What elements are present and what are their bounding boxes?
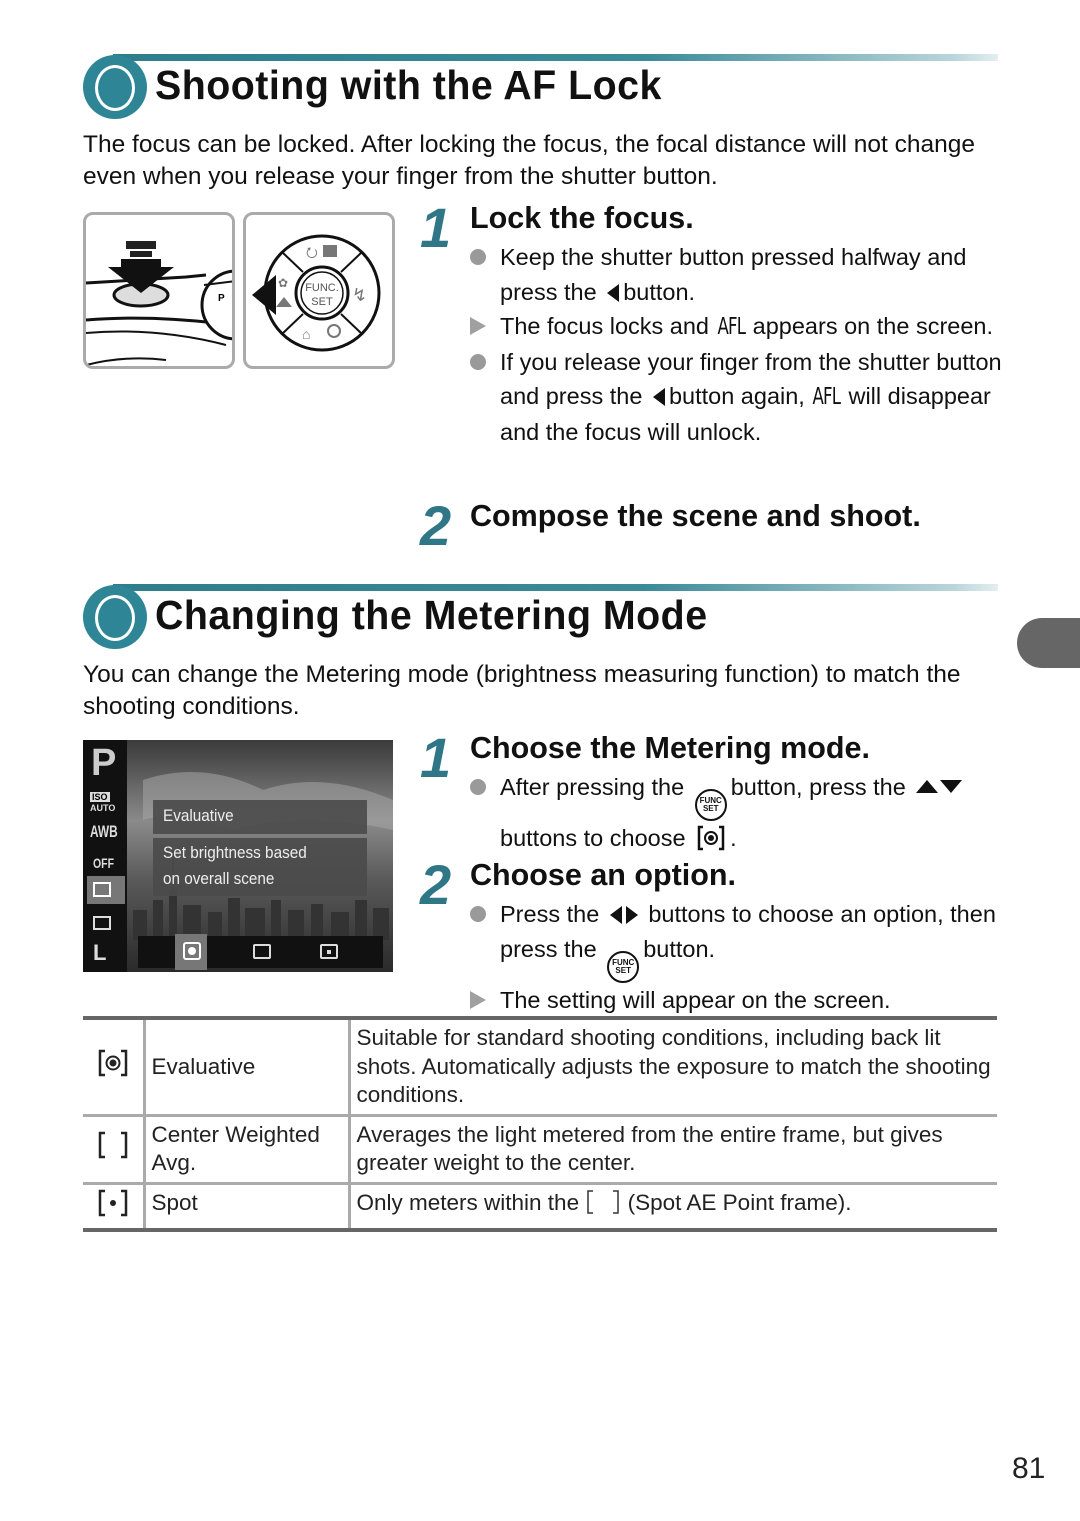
metering-mode-table: Evaluative Suitable for standard shootin… (83, 1016, 997, 1232)
bullet-dot-icon (470, 249, 486, 265)
lcd-popup-title: Evaluative (163, 806, 234, 825)
control-dial-icon: FUNC. SET ⭮ ↯ ✿ ⌂ (252, 234, 381, 352)
table-cell-icon (83, 1016, 146, 1115)
section-header-metering-mode: Changing the Metering Mode (83, 584, 998, 654)
step-title: Choose the Metering mode. (470, 731, 870, 765)
table-cell-name: Spot (144, 1181, 351, 1232)
section-header-bar (113, 584, 998, 591)
left-button-icon (652, 388, 665, 406)
lcd-aspect-icon (93, 916, 111, 930)
table-cell-icon (83, 1181, 146, 1232)
afl-indicator-icon: AFL (812, 384, 841, 410)
func-set-button-icon: FUNC SET (607, 950, 640, 983)
bullet-item: Keep the shutter button pressed halfway … (470, 240, 1010, 309)
lcd-flash-indicator: OFF (93, 855, 114, 871)
table-cell-desc: Only meters within the (Spot AE Point fr… (349, 1181, 997, 1232)
bullet-dot-icon (470, 906, 486, 922)
svg-text:FUNC.: FUNC. (305, 282, 339, 294)
bullet-item: The focus locks and AFL appears on the s… (470, 309, 1010, 345)
left-button-icon (609, 906, 622, 924)
lcd-option-center-weighted (253, 944, 271, 959)
step-title: Lock the focus. (470, 201, 694, 235)
step-number: 2 (420, 494, 452, 557)
svg-text:⌂: ⌂ (302, 326, 310, 342)
lcd-option-evaluative (183, 942, 201, 960)
bullet-dot-icon (470, 353, 486, 370)
lcd-popup-desc: on overall scene (163, 869, 275, 888)
section-intro: The focus can be locked. After locking t… (83, 131, 976, 190)
lcd-wb-indicator: AWB (90, 822, 118, 841)
svg-text:✿: ✿ (278, 276, 288, 290)
table-cell-desc: Suitable for standard shooting condition… (349, 1016, 997, 1115)
step-bullets: After pressing the FUNC SET button, press … (470, 770, 1010, 856)
table-row: Evaluative Suitable for standard shootin… (83, 1016, 997, 1115)
page-number: 81 (1012, 1452, 1046, 1485)
down-button-icon (940, 780, 963, 793)
right-button-icon (625, 906, 638, 924)
step-bullets: Keep the shutter button pressed halfway … (470, 240, 1010, 449)
up-button-icon (916, 780, 939, 793)
result-arrow-icon (470, 990, 486, 1009)
step-bullets: Press the buttons to choose an option, t… (470, 897, 1010, 1017)
step-number: 1 (420, 726, 452, 789)
evaluative-metering-icon (97, 1049, 129, 1082)
shutter-illustration: P (83, 212, 235, 369)
table-row: Center Weighted Avg. Averages the light … (83, 1113, 997, 1183)
bullet-item: The setting will appear on the screen. (470, 983, 1010, 1018)
section-header-bar (113, 54, 998, 61)
table-cell-desc: Averages the light metered from the enti… (349, 1113, 997, 1183)
bullet-item: Press the buttons to choose an option, t… (470, 897, 1010, 983)
step-number: 2 (420, 853, 452, 916)
spot-frame-bracket-icon (585, 1189, 621, 1214)
svg-text:⭮: ⭮ (306, 244, 318, 260)
table-cell-name: Center Weighted Avg. (144, 1113, 351, 1183)
bullet-dot-icon (470, 779, 486, 795)
lcd-mode-indicator: P (91, 742, 117, 784)
chapter-tab (1017, 618, 1080, 668)
bullet-item: If you release your finger from the shut… (470, 345, 1010, 450)
lcd-metering-icon (93, 882, 111, 897)
section-intro: You can change the Metering mode (bright… (83, 661, 961, 720)
lcd-iso-value: AUTO (90, 803, 116, 813)
shutter-press-icon: P (86, 241, 232, 366)
section-bullet-icon (83, 585, 147, 649)
section-title: Changing the Metering Mode (155, 592, 708, 638)
bullet-item: After pressing the FUNC SET button, press … (470, 770, 1010, 856)
section-title: Shooting with the AF Lock (155, 62, 662, 108)
step-title: Choose an option. (470, 858, 737, 892)
lcd-quality-indicator: L (93, 940, 107, 965)
center-weighted-metering-icon (97, 1132, 129, 1164)
result-arrow-icon (470, 317, 486, 335)
afl-indicator-icon: AFL (716, 314, 745, 340)
section-bullet-icon (83, 55, 147, 119)
spot-metering-icon (97, 1189, 129, 1222)
control-dial-illustration: FUNC. SET ⭮ ↯ ✿ ⌂ (243, 212, 395, 369)
step-title: Compose the scene and shoot. (470, 499, 921, 533)
left-button-icon (607, 283, 620, 302)
table-row: Spot Only meters within the (Spot AE Poi… (83, 1181, 997, 1232)
lcd-option-spot (320, 944, 338, 959)
svg-text:P: P (218, 293, 225, 304)
step-number: 1 (420, 196, 452, 259)
func-set-button-icon: FUNC SET (694, 789, 727, 821)
table-cell-icon (83, 1113, 146, 1183)
svg-text:SET: SET (311, 296, 333, 308)
evaluative-metering-icon (696, 825, 726, 851)
lcd-iso-label: ISO (90, 792, 110, 802)
section-header-af-lock: Shooting with the AF Lock (83, 54, 998, 124)
table-cell-name: Evaluative (144, 1016, 351, 1115)
lcd-popup-desc: Set brightness based (163, 843, 307, 862)
camera-lcd-screenshot: P ISO AUTO AWB OFF L Evaluative Set brig… (83, 740, 393, 972)
svg-text:↯: ↯ (352, 285, 367, 305)
